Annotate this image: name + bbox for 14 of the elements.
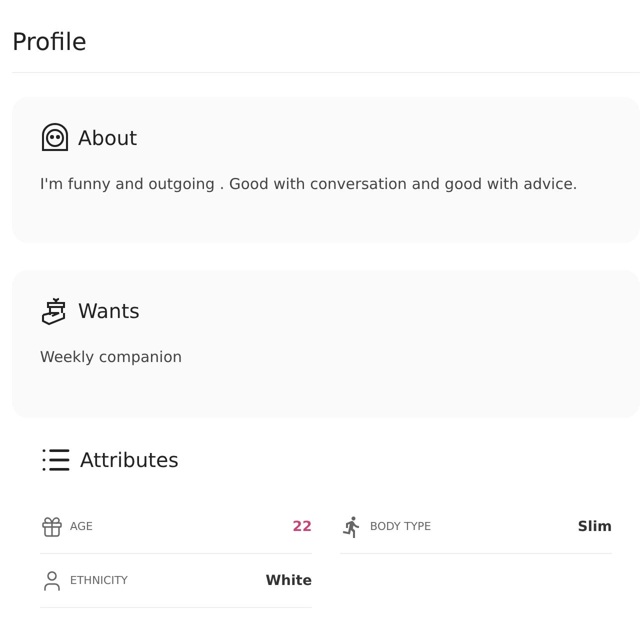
attribute-value: White <box>266 572 312 588</box>
section-text: I'm funny and outgoing . Good with conversation and good with advice. <box>40 175 578 193</box>
attribute-label: AGE <box>70 520 94 533</box>
attribute-value: 22 <box>292 518 312 534</box>
face-icon <box>40 123 70 153</box>
gift-icon <box>40 514 64 538</box>
section-heading: About <box>78 126 138 150</box>
attribute-value: Slim <box>578 518 612 534</box>
attribute-label: BODY TYPE <box>370 520 432 533</box>
section-text: Weekly companion <box>40 348 184 366</box>
page-title: Profile <box>12 28 640 73</box>
section-heading: Wants <box>78 299 140 323</box>
attribute-label: ETHNICITY <box>70 574 129 587</box>
section-heading: Attributes <box>80 448 179 472</box>
